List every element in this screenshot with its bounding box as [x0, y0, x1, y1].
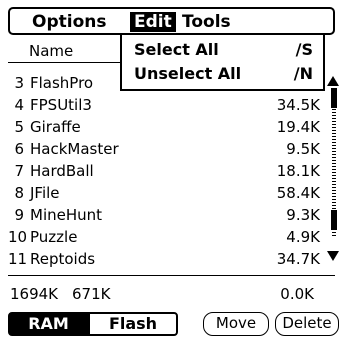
- item-number: 3: [14, 74, 24, 92]
- free-memory: 671K: [72, 285, 111, 303]
- flash-toggle[interactable]: Flash: [88, 312, 178, 336]
- menu-item-unselect-all[interactable]: Unselect All: [134, 63, 241, 85]
- item-number: 6: [14, 140, 24, 158]
- item-name: HardBall: [30, 162, 94, 180]
- item-size: 4.9K: [286, 228, 320, 246]
- list-item[interactable]: 7 HardBall 18.1K: [0, 160, 320, 182]
- item-number: 9: [14, 206, 24, 224]
- menu-tools[interactable]: Tools: [178, 12, 235, 32]
- shortcut-select-all: ∕S: [295, 40, 313, 59]
- delete-button[interactable]: Delete: [275, 312, 339, 336]
- item-name: HackMaster: [30, 140, 119, 158]
- list-item[interactable]: 4 FPSUtil3 34.5K: [0, 94, 320, 116]
- memory-totals: 1694K 671K 0.0K: [0, 283, 343, 305]
- selected-size: 0.0K: [280, 285, 314, 303]
- item-name: JFile: [30, 184, 60, 202]
- menu-options[interactable]: Options: [28, 12, 110, 32]
- ram-toggle[interactable]: RAM: [8, 312, 89, 336]
- item-number: 11: [8, 250, 28, 268]
- list-item[interactable]: 9 MineHunt 9.3K: [0, 204, 320, 226]
- item-size: 34.7K: [276, 250, 320, 268]
- item-size: 19.4K: [276, 118, 320, 136]
- item-number: 8: [14, 184, 24, 202]
- item-number: 7: [14, 162, 24, 180]
- app-screen: Options Edit Tools Select All ∕S Unselec…: [0, 0, 343, 345]
- scroll-up-arrow-icon[interactable]: [326, 75, 340, 87]
- menu-bar: Options Edit Tools: [8, 7, 335, 35]
- item-number: 10: [8, 228, 28, 246]
- item-name: FlashPro: [30, 74, 94, 92]
- footer-divider: [8, 275, 335, 276]
- total-memory: 1694K: [10, 285, 59, 303]
- move-button[interactable]: Move: [203, 312, 269, 336]
- item-size: 58.4K: [276, 184, 320, 202]
- list-item[interactable]: 6 HackMaster 9.5K: [0, 138, 320, 160]
- item-name: Giraffe: [30, 118, 81, 136]
- item-name: FPSUtil3: [30, 96, 92, 114]
- menu-edit[interactable]: Edit: [130, 12, 176, 32]
- list-item[interactable]: 11 Reptoids 34.7K: [0, 248, 320, 270]
- item-size: 9.3K: [286, 206, 320, 224]
- scroll-down-arrow-icon[interactable]: [326, 250, 340, 262]
- scrollbar-thumb-top[interactable]: [331, 88, 337, 108]
- shortcut-unselect-all: ∕N: [293, 64, 313, 83]
- menu-item-select-all[interactable]: Select All: [134, 39, 219, 61]
- item-number: 4: [14, 96, 24, 114]
- item-name: Puzzle: [30, 228, 78, 246]
- item-name: MineHunt: [30, 206, 103, 224]
- scrollbar-thumb-bottom[interactable]: [331, 210, 337, 230]
- item-size: 34.5K: [276, 96, 320, 114]
- item-size: 18.1K: [276, 162, 320, 180]
- column-header-name[interactable]: Name: [29, 40, 73, 62]
- item-name: Reptoids: [30, 250, 96, 268]
- item-size: 9.5K: [286, 140, 320, 158]
- edit-dropdown-menu: Select All ∕S Unselect All ∕N: [120, 33, 325, 91]
- list-item[interactable]: 8 JFile 58.4K: [0, 182, 320, 204]
- list-item[interactable]: 10 Puzzle 4.9K: [0, 226, 320, 248]
- item-number: 5: [14, 118, 24, 136]
- list-item[interactable]: 5 Giraffe 19.4K: [0, 116, 320, 138]
